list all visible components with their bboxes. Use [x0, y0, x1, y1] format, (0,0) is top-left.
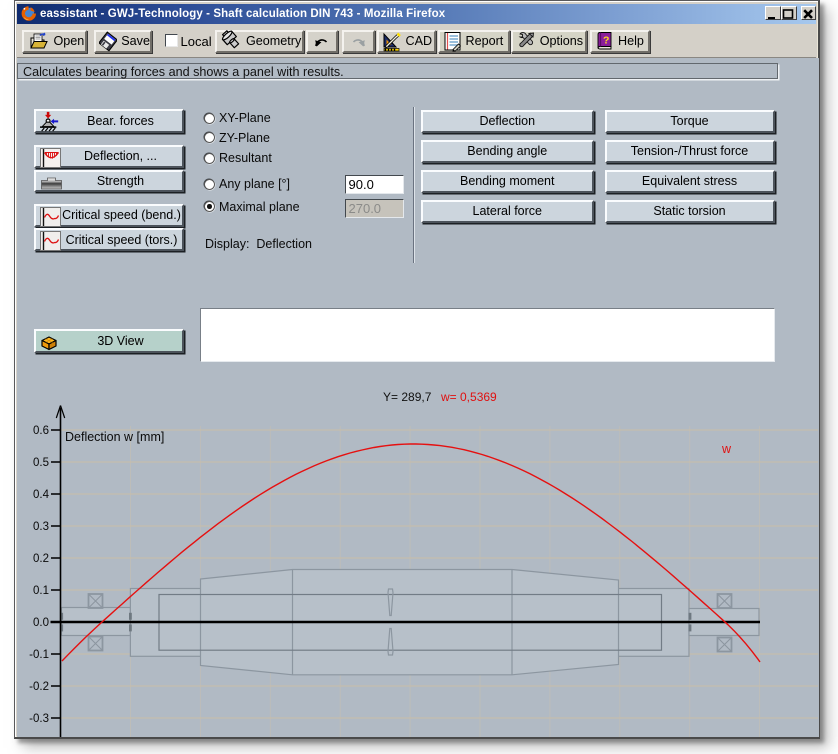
- svg-text:0.0: 0.0: [33, 617, 49, 629]
- svg-text:-0.2: -0.2: [29, 681, 49, 693]
- svg-text:0.4: 0.4: [33, 489, 50, 501]
- svg-text:w: w: [721, 442, 732, 456]
- svg-text:0.6: 0.6: [33, 425, 49, 437]
- svg-text:0.1: 0.1: [33, 585, 49, 597]
- svg-text:-0.1: -0.1: [29, 649, 49, 661]
- svg-text:0.2: 0.2: [33, 553, 49, 565]
- svg-text:0.5: 0.5: [33, 457, 49, 469]
- svg-text:0.3: 0.3: [33, 521, 49, 533]
- svg-text:Deflection w [mm]: Deflection w [mm]: [65, 430, 164, 444]
- svg-text:-0.3: -0.3: [29, 713, 49, 725]
